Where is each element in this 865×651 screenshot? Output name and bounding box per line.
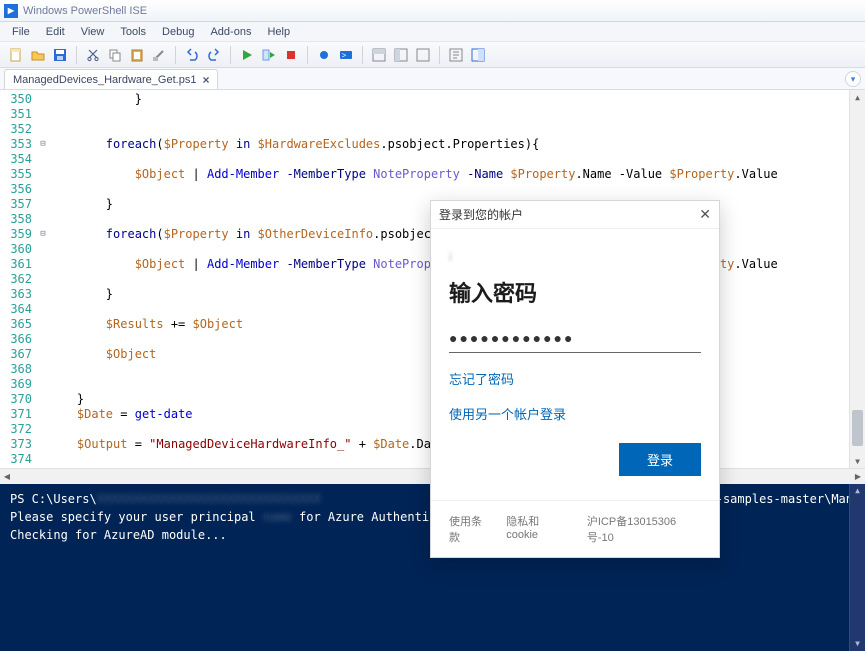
- menubar: File Edit View Tools Debug Add-ons Help: [0, 22, 865, 42]
- menu-tools[interactable]: Tools: [112, 26, 154, 38]
- cut-icon[interactable]: [83, 45, 103, 65]
- layout-3-icon[interactable]: [413, 45, 433, 65]
- tab-script[interactable]: ManagedDevices_Hardware_Get.ps1 ×: [4, 69, 218, 89]
- scroll-down-icon[interactable]: ▼: [850, 454, 865, 468]
- breakpoint-icon[interactable]: [314, 45, 334, 65]
- menu-debug[interactable]: Debug: [154, 26, 202, 38]
- fold-gutter: ⊟⊟⊟: [38, 90, 48, 468]
- tab-scroll-icon[interactable]: ▾: [845, 71, 861, 87]
- stop-icon[interactable]: [281, 45, 301, 65]
- app-icon: ▶: [4, 4, 18, 18]
- editor-vertical-scrollbar[interactable]: ▲ ▼: [849, 90, 865, 468]
- undo-icon[interactable]: [182, 45, 202, 65]
- title-bar: ▶ Windows PowerShell ISE: [0, 0, 865, 22]
- menu-view[interactable]: View: [73, 26, 113, 38]
- account-email: i: [449, 249, 701, 264]
- run-icon[interactable]: [237, 45, 257, 65]
- menu-file[interactable]: File: [4, 26, 38, 38]
- save-icon[interactable]: [50, 45, 70, 65]
- show-command-addon-icon[interactable]: [468, 45, 488, 65]
- tab-label: ManagedDevices_Hardware_Get.ps1: [13, 74, 196, 86]
- new-file-icon[interactable]: [6, 45, 26, 65]
- paste-icon[interactable]: [127, 45, 147, 65]
- menu-edit[interactable]: Edit: [38, 26, 73, 38]
- copy-icon[interactable]: [105, 45, 125, 65]
- toolbar: >_: [0, 42, 865, 68]
- scroll-left-icon[interactable]: ◀: [0, 469, 14, 484]
- forgot-password-link[interactable]: 忘记了密码: [449, 369, 701, 388]
- scroll-up-icon[interactable]: ▲: [850, 90, 865, 104]
- show-command-icon[interactable]: [446, 45, 466, 65]
- layout-1-icon[interactable]: [369, 45, 389, 65]
- dialog-heading: 输入密码: [449, 276, 701, 308]
- svg-text:>_: >_: [341, 51, 351, 60]
- footer-privacy-link[interactable]: 隐私和 cookie: [506, 513, 573, 545]
- dialog-titlebar: 登录到您的帐户 ✕: [431, 201, 719, 229]
- redo-icon[interactable]: [204, 45, 224, 65]
- scrollbar-thumb[interactable]: [852, 410, 863, 446]
- menu-addons[interactable]: Add-ons: [202, 26, 259, 38]
- scroll-right-icon[interactable]: ▶: [851, 469, 865, 484]
- password-input[interactable]: [449, 326, 701, 353]
- other-account-link[interactable]: 使用另一个帐户登录: [449, 404, 701, 423]
- remote-icon[interactable]: >_: [336, 45, 356, 65]
- clear-icon[interactable]: [149, 45, 169, 65]
- close-icon[interactable]: ✕: [699, 206, 711, 223]
- dialog-footer: 使用条款 隐私和 cookie 沪ICP备13015306号-10: [431, 500, 719, 557]
- footer-terms-link[interactable]: 使用条款: [449, 513, 492, 545]
- open-file-icon[interactable]: [28, 45, 48, 65]
- window-title: Windows PowerShell ISE: [23, 5, 147, 17]
- line-number-gutter: 3503513523533543553563573583593603613623…: [0, 90, 38, 468]
- console-vertical-scrollbar[interactable]: ▲ ▼: [849, 484, 865, 651]
- tab-close-icon[interactable]: ×: [202, 73, 209, 87]
- footer-icp: 沪ICP备13015306号-10: [587, 513, 701, 545]
- scroll-up-icon[interactable]: ▲: [850, 484, 865, 498]
- dialog-title: 登录到您的帐户: [439, 206, 523, 223]
- menu-help[interactable]: Help: [259, 26, 298, 38]
- signin-dialog: 登录到您的帐户 ✕ i 输入密码 忘记了密码 使用另一个帐户登录 登录 使用条款…: [430, 200, 720, 558]
- signin-button[interactable]: 登录: [619, 443, 701, 476]
- tab-bar: ManagedDevices_Hardware_Get.ps1 × ▾: [0, 68, 865, 90]
- layout-2-icon[interactable]: [391, 45, 411, 65]
- scroll-down-icon[interactable]: ▼: [850, 637, 865, 651]
- run-selection-icon[interactable]: [259, 45, 279, 65]
